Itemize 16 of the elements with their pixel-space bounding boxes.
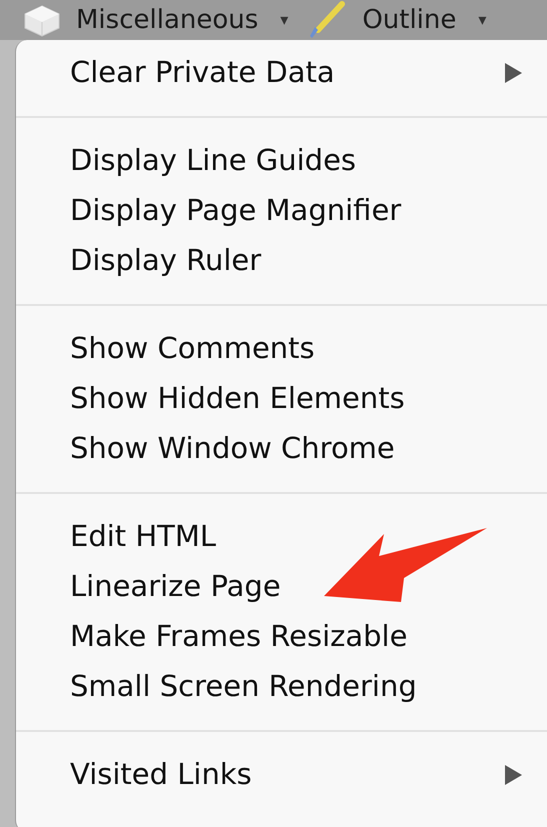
menu-item[interactable]: Edit HTML [16, 512, 547, 562]
menu-item[interactable]: Show Hidden Elements [16, 374, 547, 424]
menu-item[interactable]: Linearize Page [16, 562, 547, 612]
toolbar-menu-button[interactable]: Outline ▾ [306, 0, 486, 40]
submenu-arrow-icon [503, 764, 523, 786]
menu-item[interactable]: Clear Private Data [16, 48, 547, 98]
submenu-arrow-icon [503, 62, 523, 84]
menu-item[interactable]: Display Ruler [16, 236, 547, 286]
menu-item[interactable]: Small Screen Rendering [16, 662, 547, 712]
toolbar-menu-button[interactable]: Miscellaneous ▾ [22, 0, 288, 40]
menu-item[interactable]: Display Page Magnifier [16, 186, 547, 236]
menu-item[interactable]: Show Comments [16, 324, 547, 374]
menu-item[interactable]: Show Window Chrome [16, 424, 547, 474]
menu-item[interactable]: Display Line Guides [16, 136, 547, 186]
menu-item[interactable]: Make Frames Resizable [16, 612, 547, 662]
menu-item[interactable]: Visited Links [16, 750, 547, 800]
